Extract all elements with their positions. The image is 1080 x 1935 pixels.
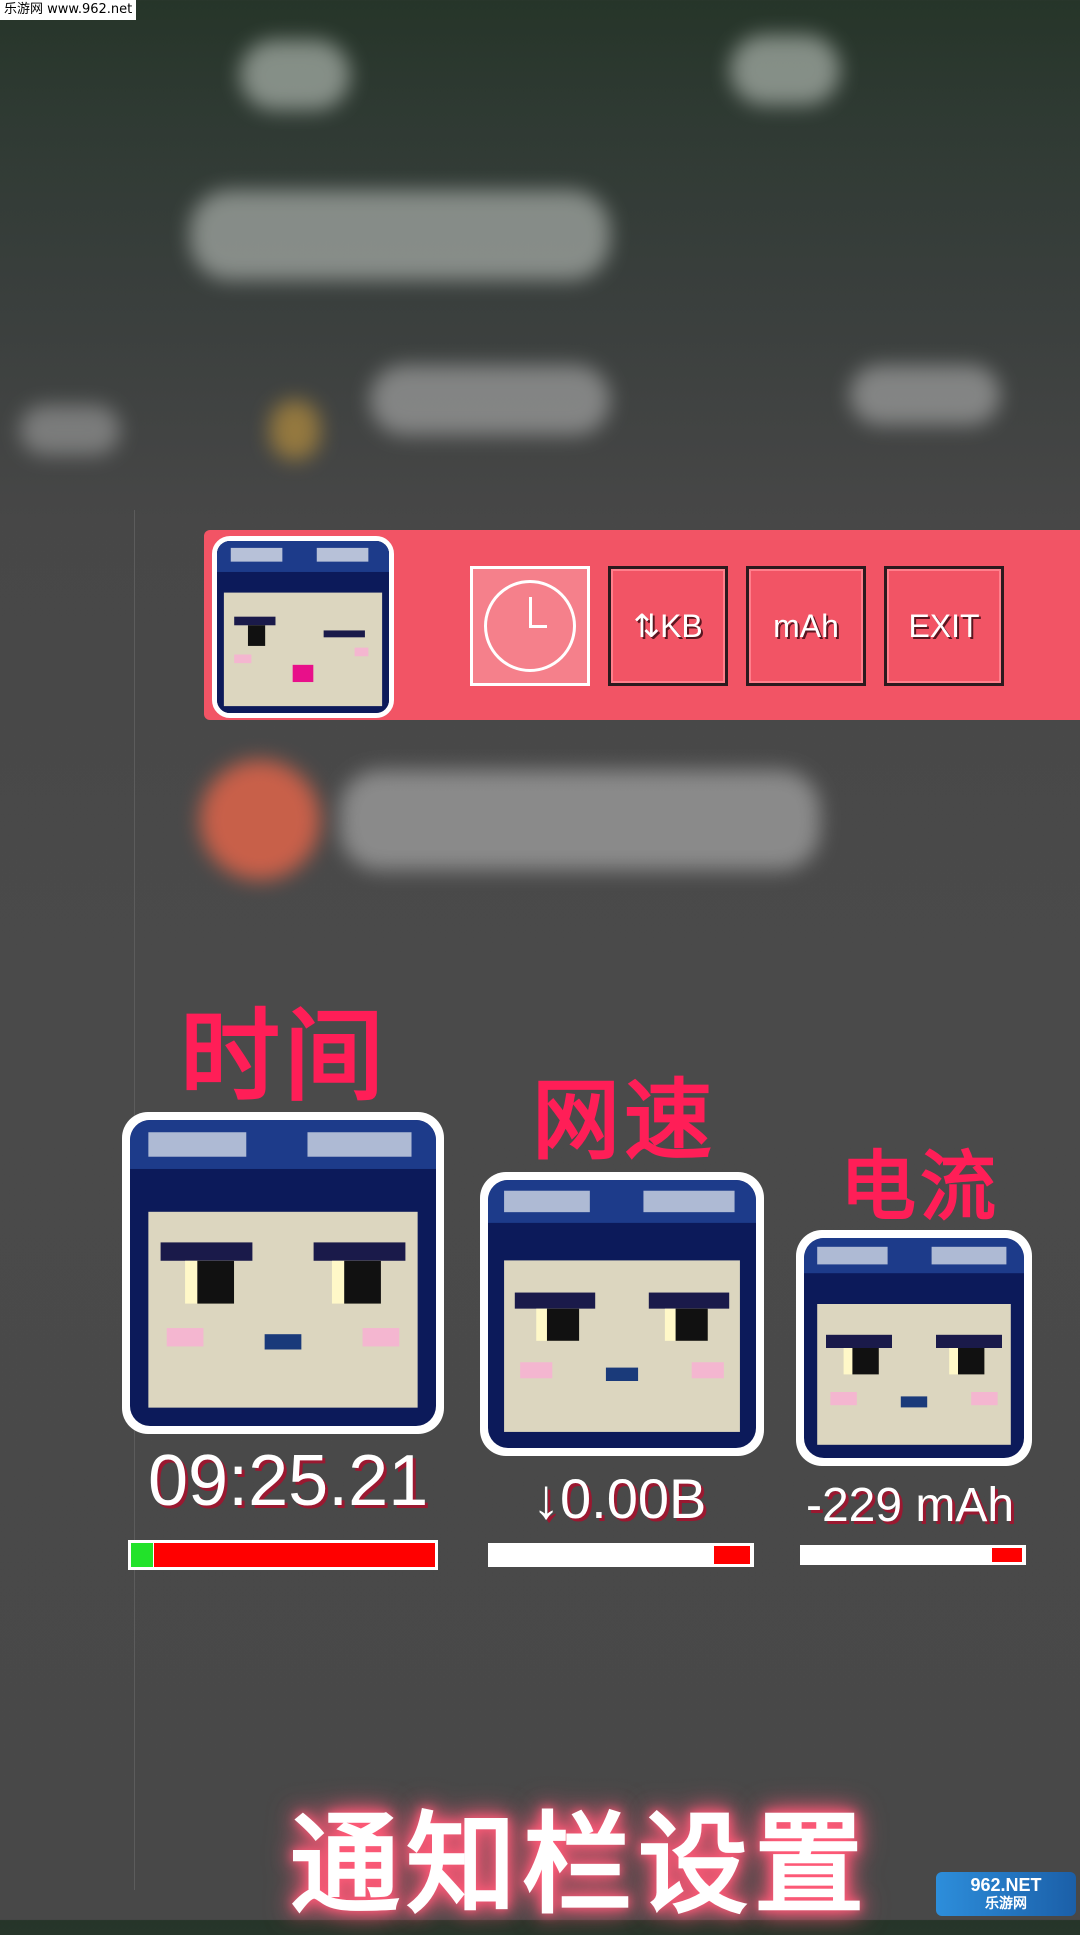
blurred-notification-icon	[200, 760, 320, 880]
current-label: 电流	[840, 1142, 1000, 1231]
net-speed-fill	[714, 1546, 750, 1564]
time-face-card[interactable]	[122, 1112, 444, 1434]
blurred-text-blob	[370, 365, 610, 435]
time-progress-fill	[154, 1543, 435, 1567]
watermark-top: 乐游网 www.962.net	[0, 0, 137, 20]
net-speed-bar	[488, 1543, 754, 1567]
time-progress-start	[131, 1543, 153, 1567]
current-face-card[interactable]	[796, 1230, 1032, 1466]
notification-settings-title: 通知栏设置	[290, 1801, 870, 1929]
pixel-face-icon	[488, 1180, 756, 1448]
blurred-status-blob	[730, 35, 840, 105]
net-speed-face-card[interactable]	[480, 1172, 764, 1456]
net-speed-mode-button[interactable]: ⇅KB	[608, 566, 728, 686]
current-fill	[992, 1548, 1022, 1562]
watermark-bottom-line2: 乐游网	[985, 1895, 1027, 1911]
current-bar	[800, 1545, 1026, 1565]
net-speed-label: 网速	[532, 1069, 717, 1172]
current-mode-button[interactable]: mAh	[746, 566, 866, 686]
blurred-notification-text	[340, 770, 820, 870]
time-label: 时间	[180, 998, 388, 1115]
time-value: 09:25.21	[148, 1441, 429, 1521]
notification-toolbar: ⇅KB mAh EXIT	[204, 530, 1080, 720]
app-avatar[interactable]	[212, 536, 394, 718]
pixel-face-icon	[130, 1120, 436, 1426]
blurred-text-blob	[20, 405, 120, 455]
blurred-status-blob	[240, 40, 350, 110]
watermark-bottom-line1: 962.NET	[970, 1875, 1042, 1895]
time-progress-bar	[128, 1540, 438, 1570]
clock-icon	[484, 580, 576, 672]
current-value: -229 mAh	[806, 1479, 1015, 1532]
blurred-clock-blob	[190, 190, 610, 280]
clock-mode-button[interactable]	[470, 566, 590, 686]
watermark-bottom: 962.NET 乐游网	[936, 1872, 1076, 1916]
exit-button[interactable]: EXIT	[884, 566, 1004, 686]
pixel-face-icon	[804, 1238, 1024, 1458]
pixel-face-wink-icon	[217, 541, 389, 713]
blurred-orange-blob	[270, 400, 320, 460]
blurred-text-blob	[850, 365, 1000, 425]
net-speed-value: ↓0.00B	[532, 1467, 707, 1530]
